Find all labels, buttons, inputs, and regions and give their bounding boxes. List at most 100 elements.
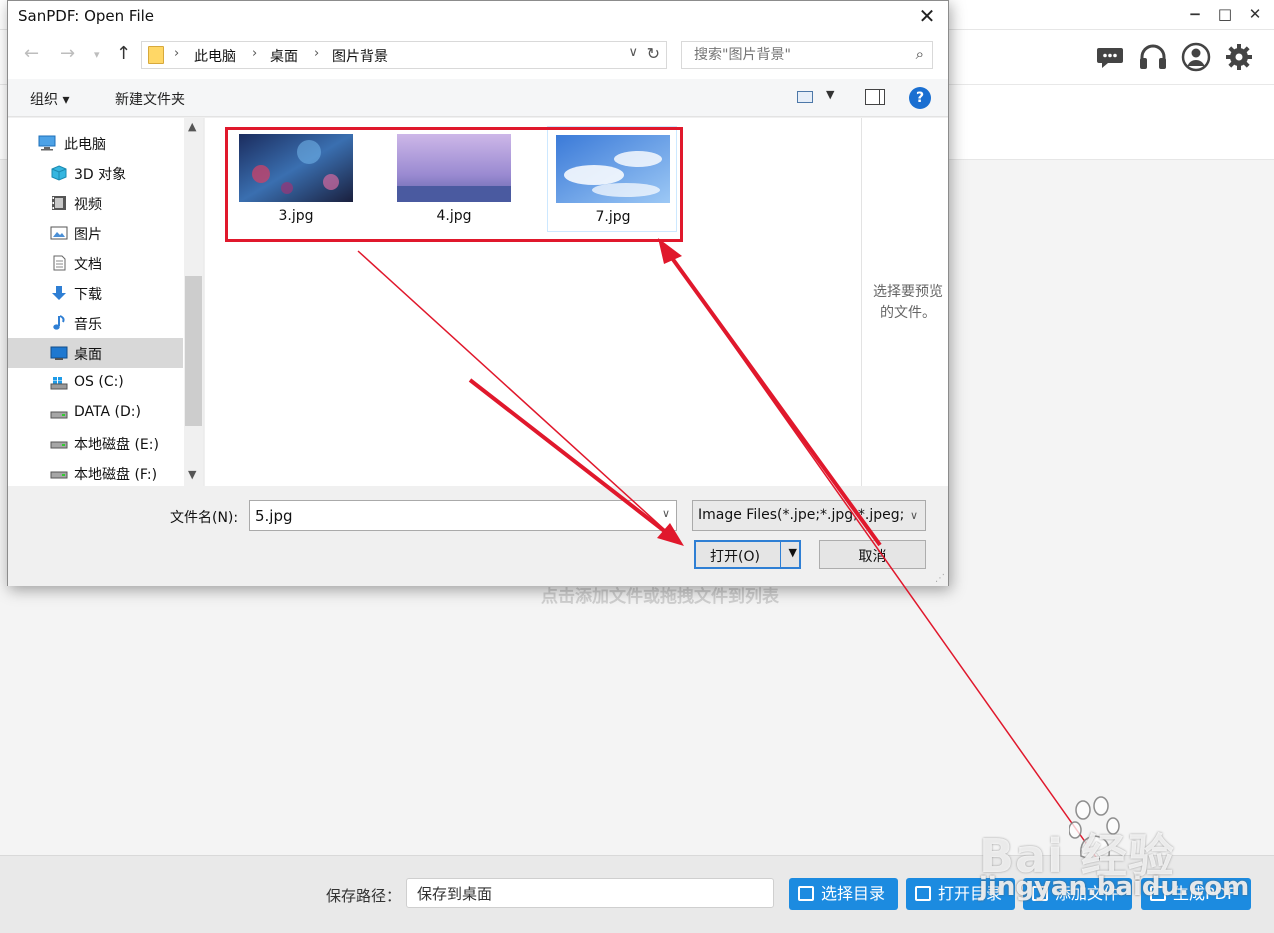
sidebar-item-drive-e[interactable]: 本地磁盘 (E:) [8,428,183,458]
sidebar-item-label: 3D 对象 [74,167,127,183]
navigation-bar: ← → ▾ ↑ › 此电脑 › 桌面 › 图片背景 ∨ ↻ ⌕ [8,31,948,79]
dialog-footer: 文件名(N): 5.jpg ∨ Image Files(*.jpe;*.jpg;… [8,486,948,586]
open-directory-label: 打开目录 [938,884,1003,903]
dialog-title: SanPDF: Open File [18,7,155,25]
scroll-down-icon[interactable]: ▼ [188,468,196,481]
settings-icon[interactable] [1224,42,1254,72]
file-name-input[interactable]: 5.jpg ∨ [249,500,677,531]
breadcrumb-desktop[interactable]: 桌面 [270,46,298,66]
sidebar-scrollbar[interactable]: ▲ ▼ [184,118,203,486]
back-arrow-icon[interactable]: ← [24,43,39,64]
sidebar-item-documents[interactable]: 文档 [8,248,183,278]
sidebar-item-drive-f[interactable]: 本地磁盘 (F:) [8,458,183,486]
generate-pdf-button[interactable]: 生成PDF [1141,878,1251,910]
sidebar-item-label: 此电脑 [64,137,106,153]
view-mode-icon[interactable] [797,91,813,103]
breadcrumb-separator: › [252,46,258,61]
document-icon [53,255,66,271]
breadcrumb-this-pc[interactable]: 此电脑 [194,46,236,66]
drive-icon [50,471,68,479]
dialog-close-button[interactable]: ✕ [914,4,940,28]
scrollbar-thumb[interactable] [185,276,202,426]
refresh-icon[interactable]: ↻ [647,44,660,63]
open-button[interactable]: 打开(O) ▼ [694,540,801,569]
headset-icon[interactable] [1138,42,1168,72]
view-dropdown-icon[interactable]: ▼ [826,88,834,101]
preview-pane-icon[interactable] [865,89,885,105]
open-directory-button[interactable]: 打开目录 [906,878,1015,910]
add-file-icon [1032,886,1048,901]
sidebar-item-downloads[interactable]: 下载 [8,278,183,308]
video-icon [52,196,66,210]
help-icon[interactable]: ? [909,87,931,109]
sidebar-item-label: 文档 [74,257,102,273]
close-button[interactable]: ✕ [1244,4,1266,24]
resize-grip-icon[interactable]: ⋰ [935,573,945,584]
drive-icon [50,441,68,449]
maximize-button[interactable]: □ [1214,4,1236,24]
breadcrumb-picture-bg[interactable]: 图片背景 [332,46,388,66]
sidebar-item-label: 下载 [74,287,102,303]
organize-button[interactable]: 组织 ▾ [30,89,69,109]
sidebar-item-label: DATA (D:) [74,404,141,420]
sidebar-item-label: 图片 [74,227,102,243]
sidebar-item-drive-c[interactable]: OS (C:) [8,368,183,398]
address-bar[interactable]: › 此电脑 › 桌面 › 图片背景 ∨ ↻ [141,41,667,69]
new-folder-button[interactable]: 新建文件夹 [115,89,185,109]
open-dropdown-icon[interactable]: ▼ [789,546,797,559]
desktop-icon [50,346,68,360]
user-icon[interactable] [1181,42,1211,72]
search-box[interactable]: ⌕ [681,41,933,69]
breadcrumb-separator: › [174,46,180,61]
picture-icon [50,226,68,240]
up-arrow-icon[interactable]: ↑ [116,43,131,64]
app-bottombar: 保存路径： 保存到桌面 选择目录 打开目录 添加文件 生成PDF [0,855,1274,933]
file-name-label: 文件名(N): [170,510,239,526]
sidebar-item-music[interactable]: 音乐 [8,308,183,338]
scroll-up-icon[interactable]: ▲ [188,120,196,133]
preview-pane: 选择要预览的文件。 [861,118,948,486]
choose-directory-button[interactable]: 选择目录 [789,878,898,910]
file-type-value: Image Files(*.jpe;*.jpg;*.jpeg; [698,507,905,523]
chat-icon[interactable] [1095,42,1125,72]
cancel-button[interactable]: 取消 [819,540,926,569]
choose-directory-label: 选择目录 [821,884,886,903]
generate-pdf-label: 生成PDF [1173,884,1237,903]
breadcrumb-separator: › [314,46,320,61]
sidebar-item-label: OS (C:) [74,374,124,390]
sidebar-item-drive-d[interactable]: DATA (D:) [8,398,183,428]
file-name-value: 5.jpg [255,507,293,525]
chevron-down-icon[interactable]: ∨ [903,501,925,530]
save-icon [798,886,814,901]
download-icon [52,286,66,300]
file-type-select[interactable]: Image Files(*.jpe;*.jpg;*.jpeg; ∨ [692,500,926,531]
dialog-titlebar: SanPDF: Open File ✕ [8,1,948,31]
forward-arrow-icon[interactable]: → [60,43,75,64]
open-button-label: 打开(O) [710,549,760,565]
add-file-label: 添加文件 [1055,884,1120,903]
sidebar-item-pictures[interactable]: 图片 [8,218,183,248]
navigation-pane: 此电脑 3D 对象 视频 图片 文档 下载 音乐 桌面 OS (C:) DATA… [8,118,204,486]
search-input[interactable] [692,46,892,64]
file-list: 3.jpg 4.jpg 7.jpg [205,118,861,486]
command-bar: 组织 ▾ 新建文件夹 ▼ ? [8,79,948,117]
minimize-button[interactable]: − [1184,4,1206,24]
annotation-highlight-box [225,127,683,242]
open-file-dialog: SanPDF: Open File ✕ ← → ▾ ↑ › 此电脑 › 桌面 ›… [7,0,949,586]
sidebar-item-videos[interactable]: 视频 [8,188,183,218]
add-file-button[interactable]: 添加文件 [1023,878,1132,910]
drive-icon [50,411,68,419]
sidebar-item-desktop[interactable]: 桌面 [8,338,183,368]
folder-icon [915,886,931,901]
chevron-down-icon[interactable]: ∨ [662,507,670,520]
sidebar-item-3d-objects[interactable]: 3D 对象 [8,158,183,188]
save-path-input[interactable]: 保存到桌面 [406,878,774,908]
sidebar-item-label: 视频 [74,197,102,213]
preview-placeholder-text: 选择要预览的文件。 [873,284,943,321]
sidebar-item-label: 本地磁盘 (E:) [74,437,159,453]
computer-icon [38,135,56,151]
address-dropdown-icon[interactable]: ∨ [628,45,638,60]
recent-dropdown-icon[interactable]: ▾ [94,48,100,61]
sidebar-item-this-pc[interactable]: 此电脑 [8,128,183,158]
sidebar-item-label: 桌面 [74,347,102,363]
